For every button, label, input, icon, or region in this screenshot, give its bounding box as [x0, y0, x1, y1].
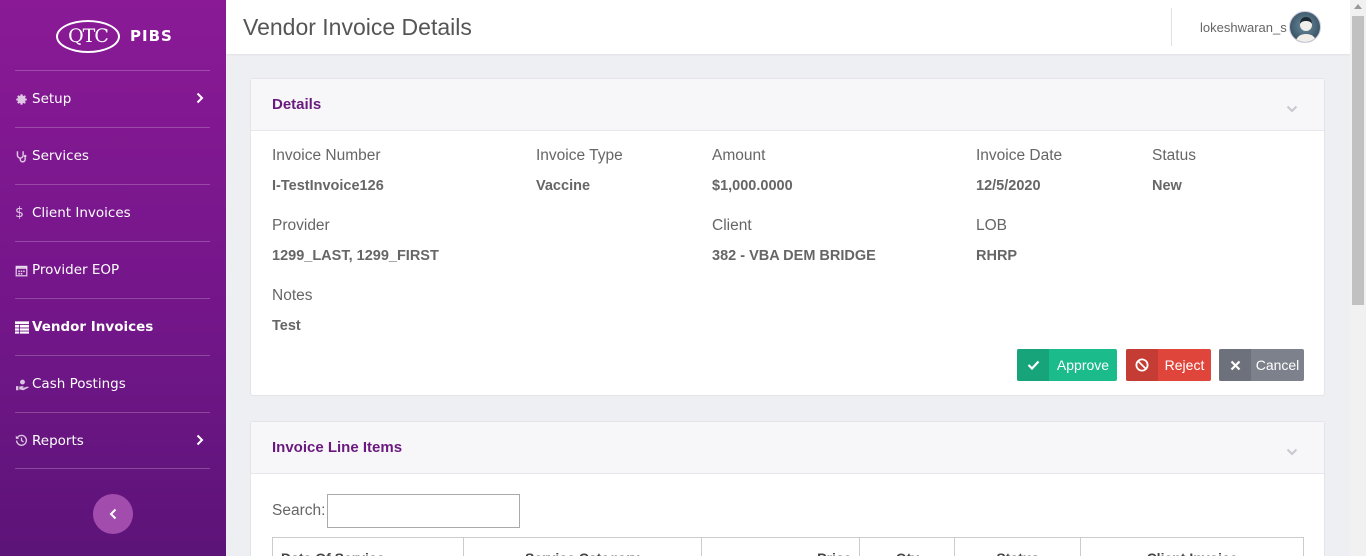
lob-label: LOB: [976, 217, 1008, 234]
chevron-right-icon: [196, 434, 204, 450]
history-icon: [15, 434, 32, 447]
sidebar-nav: Setup Services $ Client Invoices Provide…: [15, 70, 210, 469]
close-icon: [1219, 349, 1251, 381]
column-header-service-category[interactable]: Service Category: [462, 537, 702, 556]
status-label: Status: [1152, 147, 1196, 164]
gear-icon: [15, 93, 32, 106]
page-title: Vendor Invoice Details: [243, 14, 472, 40]
client-value: 382 - VBA DEM BRIDGE: [712, 248, 876, 264]
chevron-left-icon: [109, 505, 117, 524]
table-icon: [15, 320, 32, 334]
hand-money-icon: [15, 378, 32, 391]
details-card: Details Invoice Number I-TestInvoice126 …: [250, 78, 1325, 396]
user-silhouette-icon: [1295, 17, 1317, 42]
table-header-row: Date Of Service Service Category Price Q…: [272, 537, 1304, 556]
sidebar-item-provider-eop[interactable]: Provider EOP: [15, 241, 210, 298]
search-label: Search:: [272, 502, 326, 519]
logo-mark: QTC: [56, 20, 120, 53]
sidebar-item-label: Provider EOP: [32, 262, 120, 278]
scroll-up-arrow-icon[interactable]: [1354, 4, 1362, 9]
column-header-client-invoice[interactable]: Client Invoice: [1080, 537, 1304, 556]
sidebar-item-cash-postings[interactable]: Cash Postings: [15, 355, 210, 412]
dollar-icon: $: [15, 205, 24, 221]
sidebar-item-services[interactable]: Services: [15, 127, 210, 184]
sidebar-item-label: Reports: [32, 432, 84, 449]
collapse-sidebar-button[interactable]: [93, 494, 133, 534]
column-header-qty[interactable]: Qty: [859, 537, 956, 556]
details-card-header[interactable]: Details: [251, 79, 1324, 131]
chevron-down-icon[interactable]: [1286, 98, 1298, 117]
logo[interactable]: QTC PIBS: [0, 0, 226, 70]
invoice-number-label: Invoice Number: [272, 147, 381, 164]
status-value: New: [1152, 178, 1182, 194]
approve-button[interactable]: Approve: [1017, 349, 1117, 381]
scrollbar-thumb[interactable]: [1352, 16, 1364, 305]
column-header-date-of-service[interactable]: Date Of Service: [272, 537, 464, 556]
invoice-type-label: Invoice Type: [536, 147, 623, 164]
stethoscope-icon: [15, 150, 32, 163]
cancel-button[interactable]: Cancel: [1219, 349, 1304, 381]
invoice-number-value: I-TestInvoice126: [272, 178, 384, 194]
check-icon: [1017, 349, 1049, 381]
amount-value: $1,000.0000: [712, 178, 793, 194]
sidebar-item-label: Cash Postings: [32, 376, 126, 392]
client-label: Client: [712, 217, 752, 234]
notes-label: Notes: [272, 287, 313, 304]
line-items-card-title: Invoice Line Items: [272, 439, 403, 456]
chevron-right-icon: [196, 92, 204, 108]
lob-value: RHRP: [976, 248, 1018, 264]
search-input[interactable]: [327, 494, 520, 528]
line-items-table: Date Of Service Service Category Price Q…: [272, 537, 1304, 556]
sidebar-item-setup[interactable]: Setup: [15, 70, 210, 127]
amount-label: Amount: [712, 147, 766, 164]
top-bar: Vendor Invoice Details lokeshwaran_s: [226, 0, 1350, 54]
approve-button-label: Approve: [1056, 357, 1110, 373]
sidebar-item-reports[interactable]: Reports: [15, 412, 210, 469]
sidebar-item-client-invoices[interactable]: $ Client Invoices: [15, 184, 210, 241]
sidebar-item-label: Setup: [32, 91, 72, 107]
provider-value: 1299_LAST, 1299_FIRST: [272, 248, 439, 264]
cancel-button-label: Cancel: [1255, 357, 1300, 373]
product-name: PIBS: [130, 27, 173, 45]
invoice-date-value: 12/5/2020: [976, 178, 1041, 194]
calendar-icon: [15, 264, 32, 277]
ban-icon: [1126, 349, 1158, 381]
sidebar-item-label: Vendor Invoices: [32, 319, 154, 335]
column-header-status[interactable]: Status: [954, 537, 1082, 556]
divider: [1171, 8, 1172, 46]
sidebar: QTC PIBS Setup Services $ Client Invoice…: [0, 0, 226, 556]
invoice-line-items-card: Invoice Line Items Search: Date Of Servi…: [250, 421, 1325, 556]
column-header-price[interactable]: Price: [700, 537, 861, 556]
sidebar-item-label: Client Invoices: [32, 205, 131, 221]
sidebar-item-vendor-invoices[interactable]: Vendor Invoices: [15, 298, 210, 355]
reject-button-label: Reject: [1164, 357, 1205, 373]
chevron-down-icon[interactable]: [1286, 441, 1298, 460]
line-items-card-header[interactable]: Invoice Line Items: [251, 422, 1324, 474]
notes-value: Test: [272, 318, 301, 334]
page-scrollbar[interactable]: [1350, 0, 1366, 556]
details-card-title: Details: [272, 96, 322, 113]
avatar[interactable]: [1289, 11, 1321, 43]
reject-button[interactable]: Reject: [1126, 349, 1211, 381]
provider-label: Provider: [272, 217, 330, 234]
invoice-type-value: Vaccine: [536, 178, 591, 194]
sidebar-item-label: Services: [32, 148, 89, 164]
invoice-date-label: Invoice Date: [976, 147, 1063, 164]
username[interactable]: lokeshwaran_s: [1200, 20, 1287, 35]
